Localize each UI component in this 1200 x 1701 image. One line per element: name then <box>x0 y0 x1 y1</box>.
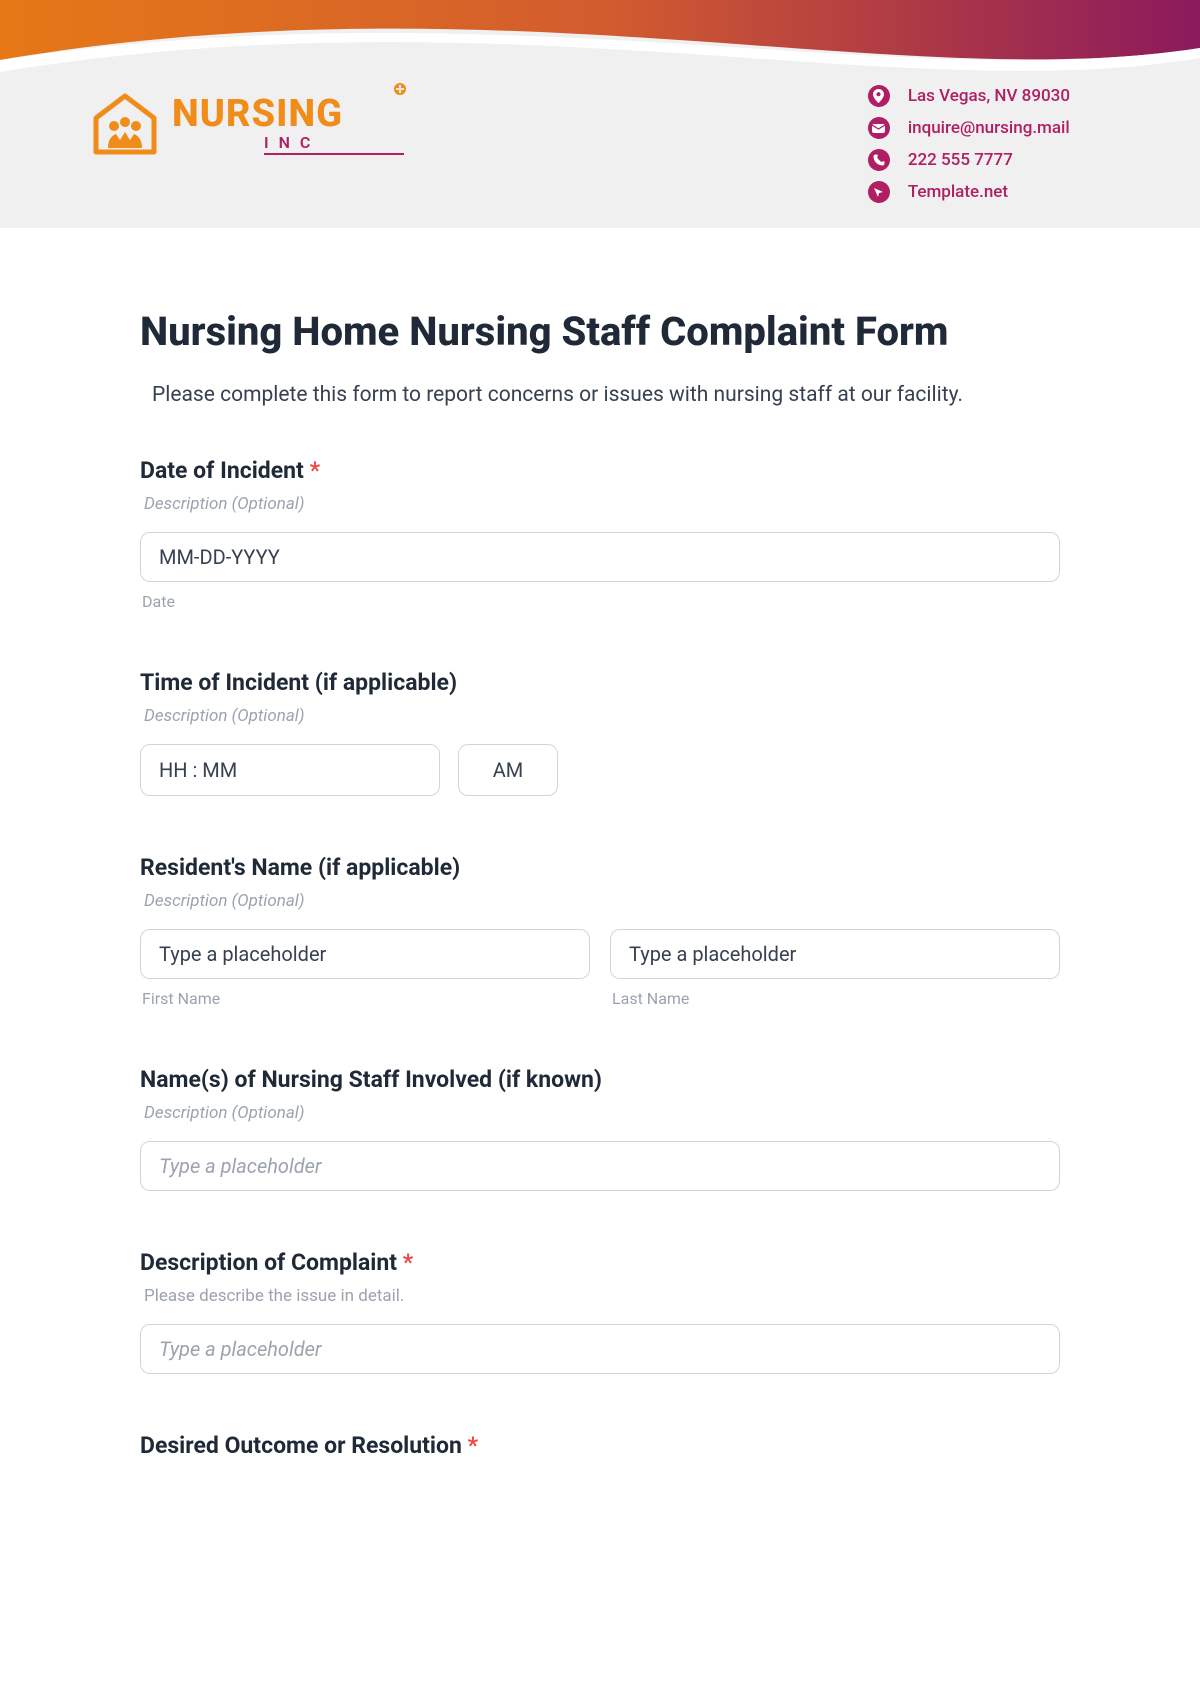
logo-house-icon <box>90 90 160 160</box>
contact-email-text: inquire@nursing.mail <box>908 118 1070 138</box>
contact-address: Las Vegas, NV 89030 <box>868 85 1070 107</box>
field-sublabel: Date <box>140 592 1060 611</box>
required-asterisk: * <box>468 1432 478 1459</box>
field-label: Name(s) of Nursing Staff Involved (if kn… <box>140 1066 1060 1093</box>
contact-info: Las Vegas, NV 89030 inquire@nursing.mail… <box>868 85 1070 213</box>
plus-icon <box>394 83 406 95</box>
field-complaint-description: Description of Complaint * Please descri… <box>140 1249 1060 1374</box>
staff-involved-input[interactable] <box>140 1141 1060 1191</box>
contact-website-text: Template.net <box>908 182 1008 202</box>
required-asterisk: * <box>310 457 320 484</box>
field-resident-name: Resident's Name (if applicable) Descript… <box>140 854 1060 1008</box>
field-time-of-incident: Time of Incident (if applicable) Descrip… <box>140 669 1060 796</box>
field-desired-outcome: Desired Outcome or Resolution * <box>140 1432 1060 1459</box>
field-description: Description (Optional) <box>140 891 1060 911</box>
complaint-description-input[interactable] <box>140 1324 1060 1374</box>
field-label: Description of Complaint * <box>140 1249 1060 1276</box>
date-input[interactable] <box>140 532 1060 582</box>
form-intro: Please complete this form to report conc… <box>140 383 1060 407</box>
phone-icon <box>868 149 890 171</box>
required-asterisk: * <box>403 1249 413 1276</box>
field-sublabel: First Name <box>140 989 590 1008</box>
field-label: Time of Incident (if applicable) <box>140 669 1060 696</box>
last-name-input[interactable] <box>610 929 1060 979</box>
ampm-toggle[interactable]: AM <box>458 744 558 796</box>
field-date-of-incident: Date of Incident * Description (Optional… <box>140 457 1060 611</box>
cursor-icon <box>868 181 890 203</box>
contact-phone: 222 555 7777 <box>868 149 1070 171</box>
form-title: Nursing Home Nursing Staff Complaint For… <box>140 308 1060 355</box>
email-icon <box>868 117 890 139</box>
field-staff-involved: Name(s) of Nursing Staff Involved (if kn… <box>140 1066 1060 1191</box>
contact-email: inquire@nursing.mail <box>868 117 1070 139</box>
form-container: Nursing Home Nursing Staff Complaint For… <box>0 228 1200 1509</box>
field-description: Description (Optional) <box>140 706 1060 726</box>
first-name-input[interactable] <box>140 929 590 979</box>
logo: NURSING INC <box>90 90 404 160</box>
contact-address-text: Las Vegas, NV 89030 <box>908 86 1070 106</box>
time-input[interactable]: HH : MM <box>140 744 440 796</box>
field-description: Description (Optional) <box>140 494 1060 514</box>
field-description: Please describe the issue in detail. <box>140 1286 1060 1306</box>
field-description: Description (Optional) <box>140 1103 1060 1123</box>
field-sublabel: Last Name <box>610 989 1060 1008</box>
logo-line2: INC <box>264 135 404 155</box>
contact-phone-text: 222 555 7777 <box>908 150 1013 170</box>
contact-website: Template.net <box>868 181 1070 203</box>
field-label: Desired Outcome or Resolution * <box>140 1432 1060 1459</box>
logo-line1: NURSING <box>172 95 404 133</box>
location-icon <box>868 85 890 107</box>
field-label: Resident's Name (if applicable) <box>140 854 1060 881</box>
header-banner: NURSING INC Las Vegas, NV 89030 inquire@… <box>0 0 1200 228</box>
field-label: Date of Incident * <box>140 457 1060 484</box>
logo-text: NURSING INC <box>172 95 404 155</box>
